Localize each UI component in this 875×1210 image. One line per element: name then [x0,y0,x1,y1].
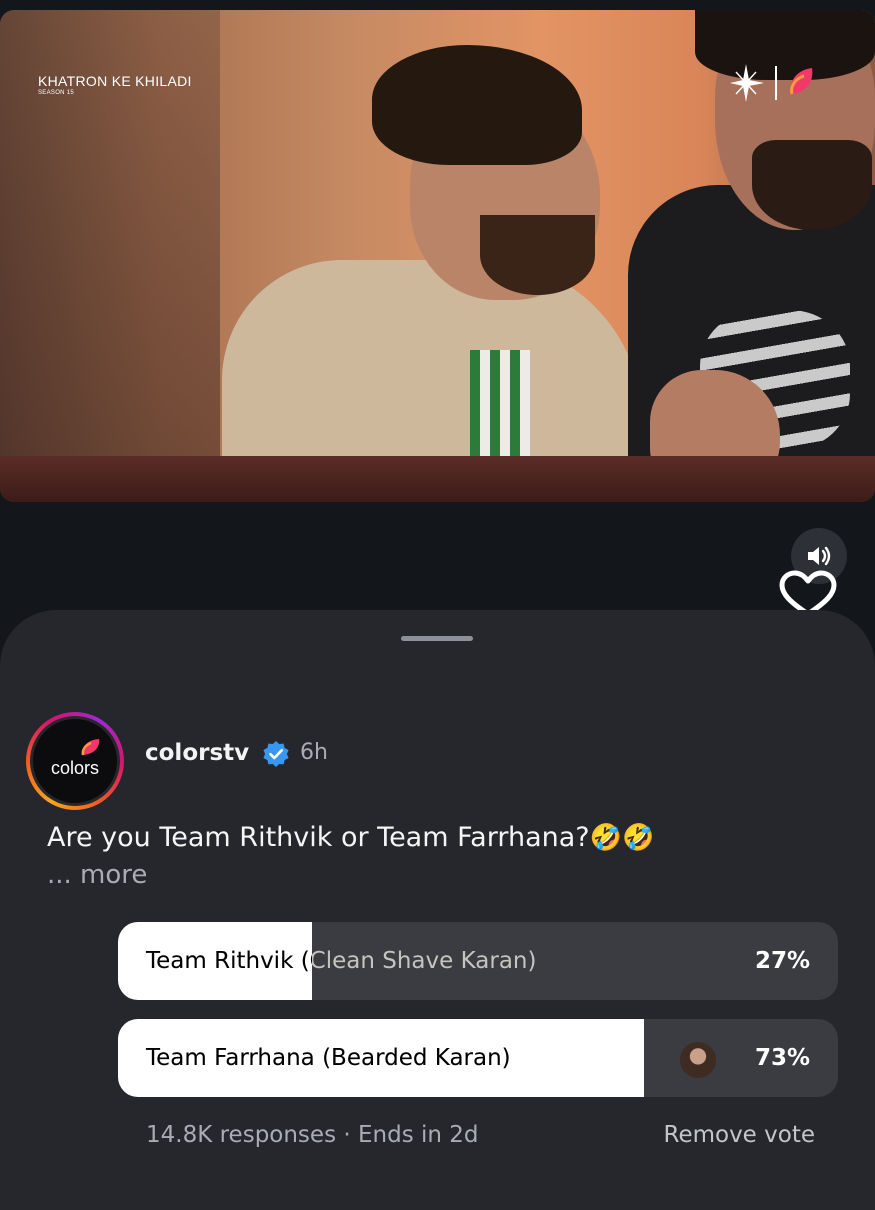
video-floor [0,456,875,502]
verified-badge-icon [263,741,289,767]
remove-vote-button[interactable]: Remove vote [664,1122,816,1148]
poll-option-percent: 27% [754,948,810,974]
poll-option-percent: 73% [754,1045,810,1071]
poll-option-rithvik[interactable]: Team Rithvik (Clean Shave Karan) 27% [118,922,838,1000]
colors-petal-icon [81,739,100,756]
poll-option-label: Team Farrhana (Bearded Karan) [146,1045,511,1071]
avatar-ring-gap: colors [30,716,120,806]
comments-sheet: colors colorstv 6h Are you Team Rithvik … [0,610,875,1210]
video-beard-left [480,215,595,295]
laughing-emoji-icon: 🤣🤣 [589,823,655,853]
reel-video[interactable]: KHATRON KE KHILADI SEASON 15 [0,10,875,502]
show-logo: KHATRON KE KHILADI SEASON 15 [38,73,192,96]
video-hair-left [372,45,582,165]
speaker-icon [808,546,831,566]
show-season: SEASON 15 [38,90,75,96]
post-caption: Are you Team Rithvik or Team Farrhana?🤣🤣 [47,822,654,853]
avatar-label: colors [50,757,99,778]
show-title: KHATRON KE KHILADI [38,73,192,89]
poll-responses: 14.8K responses · Ends in 2d [146,1122,479,1148]
poll-option-farrhana[interactable]: Team Farrhana (Bearded Karan) 73% [118,1019,838,1097]
avatar-story-ring[interactable]: colors [26,712,124,810]
voter-avatar [678,1040,718,1080]
sheet-drag-handle[interactable] [401,636,473,641]
avatar: colors [33,719,117,803]
caption-text: Are you Team Rithvik or Team Farrhana? [47,822,590,853]
post-username[interactable]: colorstv [145,740,249,766]
colors-logo-icon [730,64,813,102]
post-time: 6h [300,740,328,765]
video-beard-right [752,140,872,230]
caption-more-link[interactable]: ... more [47,860,147,890]
poll-option-label: Team Rithvik (Clean Shave Karan) [146,948,537,974]
